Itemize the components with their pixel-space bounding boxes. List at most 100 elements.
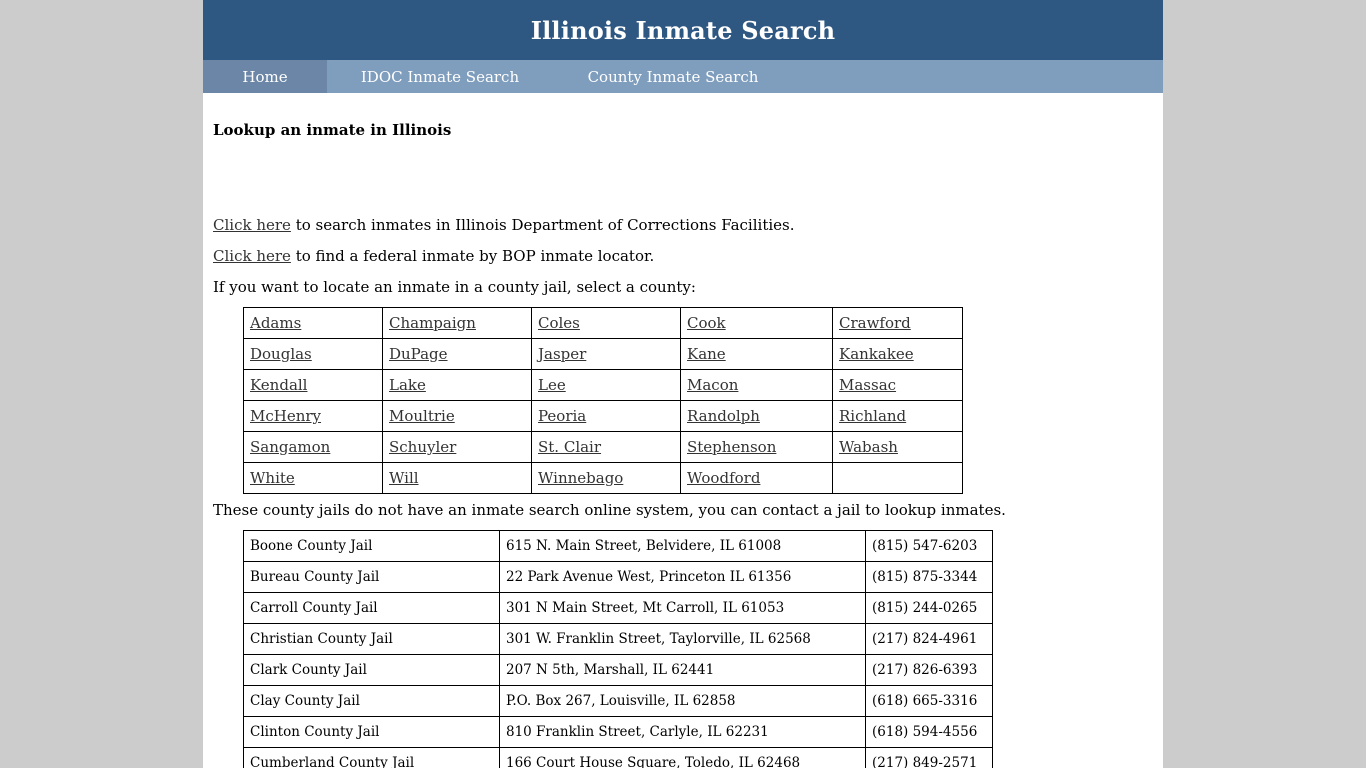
county-link[interactable]: Jasper xyxy=(538,345,586,363)
county-intro: If you want to locate an inmate in a cou… xyxy=(213,278,696,296)
jail-phone: (618) 594-4556 xyxy=(865,716,993,748)
jail-address: 810 Franklin Street, Carlyle, IL 62231 xyxy=(499,716,866,748)
county-cell: St. Clair xyxy=(531,431,681,463)
jail-name: Clay County Jail xyxy=(243,685,500,717)
jail-phone: (217) 824-4961 xyxy=(865,623,993,655)
county-row: Adams Champaign Coles Cook Crawford xyxy=(243,307,963,339)
idoc-line: Click here to search inmates in Illinois… xyxy=(213,216,794,234)
jail-phone: (217) 826-6393 xyxy=(865,654,993,686)
jail-name: Clinton County Jail xyxy=(243,716,500,748)
table-row: Clay County Jail P.O. Box 267, Louisville… xyxy=(243,685,993,717)
jail-name: Clark County Jail xyxy=(243,654,500,686)
jail-name: Cumberland County Jail xyxy=(243,747,500,768)
county-link[interactable]: White xyxy=(250,469,295,487)
site-title: Illinois Inmate Search xyxy=(530,15,836,45)
table-row: Carroll County Jail 301 N Main Street, Mt… xyxy=(243,592,993,624)
county-link[interactable]: Wabash xyxy=(839,438,898,456)
county-cell: Douglas xyxy=(243,338,383,370)
county-link[interactable]: Moultrie xyxy=(389,407,455,425)
county-cell: Kendall xyxy=(243,369,383,401)
county-cell: Winnebago xyxy=(531,462,681,494)
county-cell: Schuyler xyxy=(382,431,532,463)
jail-address: 22 Park Avenue West, Princeton IL 61356 xyxy=(499,561,866,593)
county-link[interactable]: Macon xyxy=(687,376,738,394)
county-cell: Kane xyxy=(680,338,833,370)
county-link[interactable]: St. Clair xyxy=(538,438,601,456)
table-row: Bureau County Jail 22 Park Avenue West, P… xyxy=(243,561,993,593)
county-link[interactable]: Adams xyxy=(250,314,301,332)
jail-address: P.O. Box 267, Louisville, IL 62858 xyxy=(499,685,866,717)
county-cell: Crawford xyxy=(832,307,963,339)
jail-address: 301 W. Franklin Street, Taylorville, IL … xyxy=(499,623,866,655)
county-cell: Kankakee xyxy=(832,338,963,370)
county-cell: Stephenson xyxy=(680,431,833,463)
county-link[interactable]: Peoria xyxy=(538,407,586,425)
county-cell: Macon xyxy=(680,369,833,401)
no-online-search-intro: These county jails do not have an inmate… xyxy=(213,501,1006,519)
county-cell: Sangamon xyxy=(243,431,383,463)
county-link[interactable]: Kendall xyxy=(250,376,307,394)
county-link[interactable]: Randolph xyxy=(687,407,760,425)
county-cell: Moultrie xyxy=(382,400,532,432)
jail-phone: (618) 665-3316 xyxy=(865,685,993,717)
county-cell: Lake xyxy=(382,369,532,401)
county-link[interactable]: Winnebago xyxy=(538,469,623,487)
county-link[interactable]: Crawford xyxy=(839,314,911,332)
county-link[interactable]: Lee xyxy=(538,376,566,394)
jail-name: Bureau County Jail xyxy=(243,561,500,593)
table-row: Clinton County Jail 810 Franklin Street, … xyxy=(243,716,993,748)
county-cell: Champaign xyxy=(382,307,532,339)
county-cell: Richland xyxy=(832,400,963,432)
county-link[interactable]: Kankakee xyxy=(839,345,914,363)
county-row: Kendall Lake Lee Macon Massac xyxy=(243,369,963,401)
county-link[interactable]: Massac xyxy=(839,376,896,394)
county-cell: Wabash xyxy=(832,431,963,463)
main-nav: Home IDOC Inmate Search County Inmate Se… xyxy=(203,60,1163,93)
jail-name: Christian County Jail xyxy=(243,623,500,655)
jail-address: 615 N. Main Street, Belvidere, IL 61008 xyxy=(499,530,866,562)
county-link[interactable]: Stephenson xyxy=(687,438,776,456)
county-link[interactable]: Cook xyxy=(687,314,726,332)
county-cell: Peoria xyxy=(531,400,681,432)
county-cell: Adams xyxy=(243,307,383,339)
nav-idoc-inmate-search[interactable]: IDOC Inmate Search xyxy=(327,60,553,93)
jail-phone: (815) 875-3344 xyxy=(865,561,993,593)
county-link[interactable]: Will xyxy=(389,469,419,487)
jail-address: 166 Court House Square, Toledo, IL 62468 xyxy=(499,747,866,768)
county-link[interactable]: McHenry xyxy=(250,407,321,425)
jail-name: Boone County Jail xyxy=(243,530,500,562)
bop-link[interactable]: Click here xyxy=(213,247,291,265)
county-link[interactable]: Kane xyxy=(687,345,726,363)
county-link[interactable]: Coles xyxy=(538,314,580,332)
county-cell: White xyxy=(243,462,383,494)
county-link[interactable]: Lake xyxy=(389,376,426,394)
county-link[interactable]: Richland xyxy=(839,407,906,425)
idoc-link[interactable]: Click here xyxy=(213,216,291,234)
county-row: Sangamon Schuyler St. Clair Stephenson Wabas… xyxy=(243,431,963,463)
county-cell: Will xyxy=(382,462,532,494)
county-row: McHenry Moultrie Peoria Randolph Richland xyxy=(243,400,963,432)
county-table: Adams Champaign Coles Cook Crawford Douglas Du… xyxy=(243,307,963,494)
table-row: Boone County Jail 615 N. Main Street, Bel… xyxy=(243,530,993,562)
jail-address: 207 N 5th, Marshall, IL 62441 xyxy=(499,654,866,686)
nav-home[interactable]: Home xyxy=(203,60,327,93)
county-link[interactable]: Sangamon xyxy=(250,438,330,456)
main-content: Lookup an inmate in Illinois Click here … xyxy=(203,121,1163,768)
table-row: Christian County Jail 301 W. Franklin Str… xyxy=(243,623,993,655)
county-link[interactable]: Schuyler xyxy=(389,438,456,456)
county-cell: Coles xyxy=(531,307,681,339)
jail-address: 301 N Main Street, Mt Carroll, IL 61053 xyxy=(499,592,866,624)
page-heading: Lookup an inmate in Illinois xyxy=(213,121,452,139)
county-row: Douglas DuPage Jasper Kane Kankakee xyxy=(243,338,963,370)
county-link[interactable]: Champaign xyxy=(389,314,476,332)
county-cell: Cook xyxy=(680,307,833,339)
county-link[interactable]: Woodford xyxy=(687,469,760,487)
bop-line: Click here to find a federal inmate by B… xyxy=(213,247,654,265)
county-cell: Jasper xyxy=(531,338,681,370)
county-link[interactable]: Douglas xyxy=(250,345,312,363)
county-cell: Woodford xyxy=(680,462,833,494)
jail-phone: (217) 849-2571 xyxy=(865,747,993,768)
jail-phone: (815) 244-0265 xyxy=(865,592,993,624)
county-link[interactable]: DuPage xyxy=(389,345,448,363)
nav-county-inmate-search[interactable]: County Inmate Search xyxy=(553,60,793,93)
